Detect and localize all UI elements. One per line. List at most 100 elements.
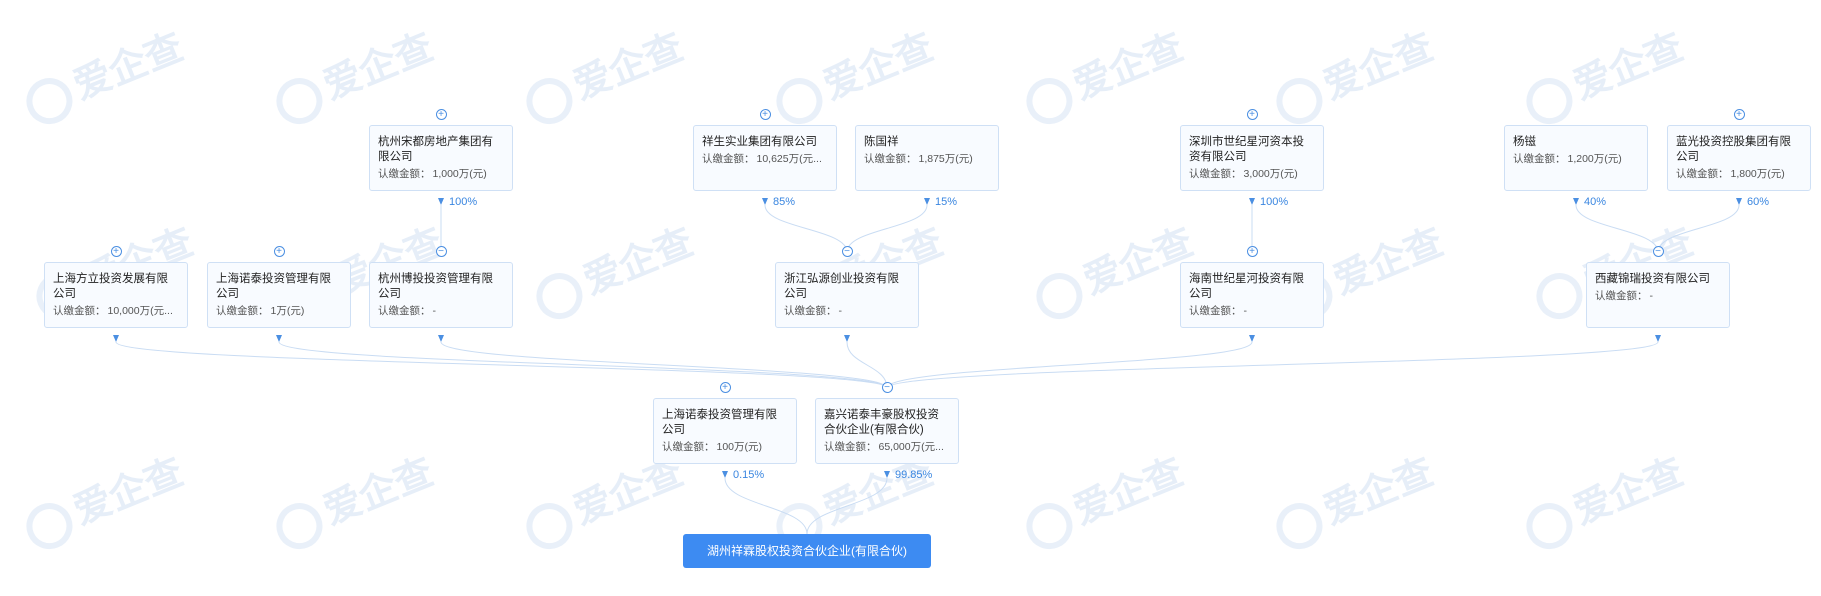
subscribed-amount-label: 认缴金额： [216,305,269,317]
shareholder-node-hz-bo[interactable]: 杭州博投投资管理有限公司认缴金额： - [369,262,513,328]
subscribed-amount-label: 认缴金额： [378,168,431,180]
shareholder-node-hz-songdu[interactable]: 杭州宋都房地产集团有限公司 认缴金额： 1,000万(元) [369,125,513,191]
shareholding-percent: 15% [935,196,958,208]
collapse-icon[interactable]: − [881,382,893,393]
subscribed-amount: 认缴金额： 1,875万(元) [864,152,990,167]
arrow-down-icon [1248,198,1255,205]
shareholder-node-sz-shiji[interactable]: 深圳市世纪星河资本投资有限公司 认缴金额： 3,000万(元) [1180,125,1324,191]
subscribed-amount-value: - [838,305,843,317]
shareholder-name: 上海诺泰投资管理有限公司 [662,409,777,436]
subscribed-amount-value: 1,200万(元) [1567,153,1622,165]
subscribed-amount-value: 3,000万(元) [1243,168,1298,180]
subscribed-amount: 认缴金额： 1,000万(元) [378,167,504,182]
arrow-down-icon [923,198,930,205]
subscribed-amount-value: - [1243,305,1248,317]
subscribed-amount: 认缴金额： 100万(元) [662,440,788,455]
shareholder-node-sh-nuotai-b[interactable]: 上海诺泰投资管理有限公司认缴金额： 100万(元) [653,398,797,464]
shareholding-percent: 60% [1747,196,1770,208]
subscribed-amount-value: 1,000万(元) [432,168,487,180]
shareholding-percent: 85% [773,196,796,208]
arrow-down-icon [437,335,444,342]
subscribed-amount-value: 1万(元) [270,305,305,317]
shareholder-name: 嘉兴诺泰丰豪股权投资合伙企业(有限合伙) [824,409,939,436]
subscribed-amount-value: 65,000万(元... [878,441,944,453]
subscribed-amount-label: 认缴金额： [824,441,877,453]
shareholder-name: 祥生实业集团有限公司 [702,136,817,148]
shareholder-node-xz-jinrui[interactable]: 西藏锦瑞投资有限公司 认缴金额： - [1586,262,1730,328]
expand-icon[interactable]: + [759,109,771,120]
shareholder-node-yang-tao[interactable]: 杨镃认缴金额： 1,200万(元) [1504,125,1648,191]
shareholding-percent: 40% [1584,196,1607,208]
shareholder-node-languang[interactable]: 蓝光投资控股集团有限公司认缴金额： 1,800万(元) [1667,125,1811,191]
subscribed-amount-label: 认缴金额： [702,153,755,165]
shareholder-name: 杭州博投投资管理有限公司 [378,273,493,300]
shareholder-name: 蓝光投资控股集团有限公司 [1676,136,1791,163]
shareholder-name: 上海方立投资发展有限公司 [53,273,168,300]
ownership-edge [806,477,888,535]
subscribed-amount-value: 1,875万(元) [918,153,973,165]
shareholder-name: 上海诺泰投资管理有限公司 [216,273,331,300]
ownership-edge [278,341,888,389]
expand-icon[interactable]: + [719,382,731,393]
shareholder-node-xiangsheng[interactable]: 祥生实业集团有限公司 认缴金额： 10,625万(元... [693,125,837,191]
subscribed-amount: 认缴金额： - [1189,304,1315,319]
arrow-down-icon [437,198,444,205]
subscribed-amount: 认缴金额： 1,800万(元) [1676,167,1802,182]
shareholder-name: 浙江弘源创业投资有限公司 [784,273,899,300]
subscribed-amount: 认缴金额： - [784,304,910,319]
shareholder-node-zj-hongyuan[interactable]: 浙江弘源创业投资有限公司认缴金额： - [775,262,919,328]
subscribed-amount-value: - [432,305,437,317]
expand-icon[interactable]: + [1246,246,1258,257]
shareholder-node-sh-fangli[interactable]: 上海方立投资发展有限公司认缴金额： 10,000万(元... [44,262,188,328]
ownership-edge [1575,204,1659,253]
shareholder-node-jx-nuotai[interactable]: 嘉兴诺泰丰豪股权投资合伙企业(有限合伙) 认缴金额： 65,000万(元... [815,398,959,464]
equity-structure-diagram: 爱企查 爱企查 爱企查 爱企查 爱企查 爱企查 爱企查 爱企查 爱企查 爱企查 爱企查 爱企查 爱企查爱… [0,0,1821,596]
shareholder-node-sh-nuotai-a[interactable]: 上海诺泰投资管理有限公司认缴金额： 1万(元) [207,262,351,328]
subscribed-amount-label: 认缴金额： [1189,168,1242,180]
subscribed-amount-value: 100万(元) [716,441,763,453]
subscribed-amount: 认缴金额： 65,000万(元... [824,440,950,455]
subscribed-amount-value: 10,625万(元... [756,153,822,165]
subscribed-amount: 认缴金额： 10,000万(元... [53,304,179,319]
expand-icon[interactable]: + [435,109,447,120]
subscribed-amount: 认缴金额： 1,200万(元) [1513,152,1639,167]
shareholder-name: 海南世纪星河投资有限公司 [1189,273,1304,300]
expand-icon[interactable]: + [110,246,122,257]
expand-icon[interactable]: + [1246,109,1258,120]
subscribed-amount-label: 认缴金额： [662,441,715,453]
shareholding-percent: 0.15% [733,469,765,481]
shareholder-name: 西藏锦瑞投资有限公司 [1595,273,1710,285]
subscribed-amount: 认缴金额： - [1595,289,1721,304]
shareholding-percent: 99.85% [895,469,933,481]
subscribed-amount: 认缴金额： - [378,304,504,319]
arrow-down-icon [761,198,768,205]
subscribed-amount-label: 认缴金额： [53,305,106,317]
subscribed-amount: 认缴金额： 10,625万(元... [702,152,828,167]
collapse-icon[interactable]: − [1652,246,1664,257]
arrow-down-icon [112,335,119,342]
arrow-down-icon [275,335,282,342]
subscribed-amount-label: 认缴金额： [378,305,431,317]
arrow-down-icon [1654,335,1661,342]
arrow-down-icon [1248,335,1255,342]
subscribed-amount-label: 认缴金额： [1676,168,1729,180]
target-company-node[interactable]: 湖州祥霖股权投资合伙企业(有限合伙) [683,534,931,568]
arrow-down-icon [883,471,890,478]
shareholder-node-hn-shiji[interactable]: 海南世纪星河投资有限公司认缴金额： - [1180,262,1324,328]
shareholding-percent: 100% [449,196,478,208]
ownership-edge [724,477,808,535]
shareholding-percent: 100% [1260,196,1289,208]
expand-icon[interactable]: + [1733,109,1745,120]
subscribed-amount-label: 认缴金额： [1595,290,1648,302]
subscribed-amount-value: 1,800万(元) [1730,168,1785,180]
expand-icon[interactable]: + [273,246,285,257]
arrow-down-icon [843,335,850,342]
subscribed-amount: 认缴金额： 3,000万(元) [1189,167,1315,182]
ownership-edge [846,204,928,253]
collapse-icon[interactable]: − [841,246,853,257]
shareholder-node-chen-guoxiang[interactable]: 陈国祥 认缴金额： 1,875万(元) [855,125,999,191]
collapse-icon[interactable]: − [435,246,447,257]
subscribed-amount-value: - [1649,290,1654,302]
shareholder-name: 杨镃 [1513,136,1536,148]
subscribed-amount-label: 认缴金额： [1189,305,1242,317]
